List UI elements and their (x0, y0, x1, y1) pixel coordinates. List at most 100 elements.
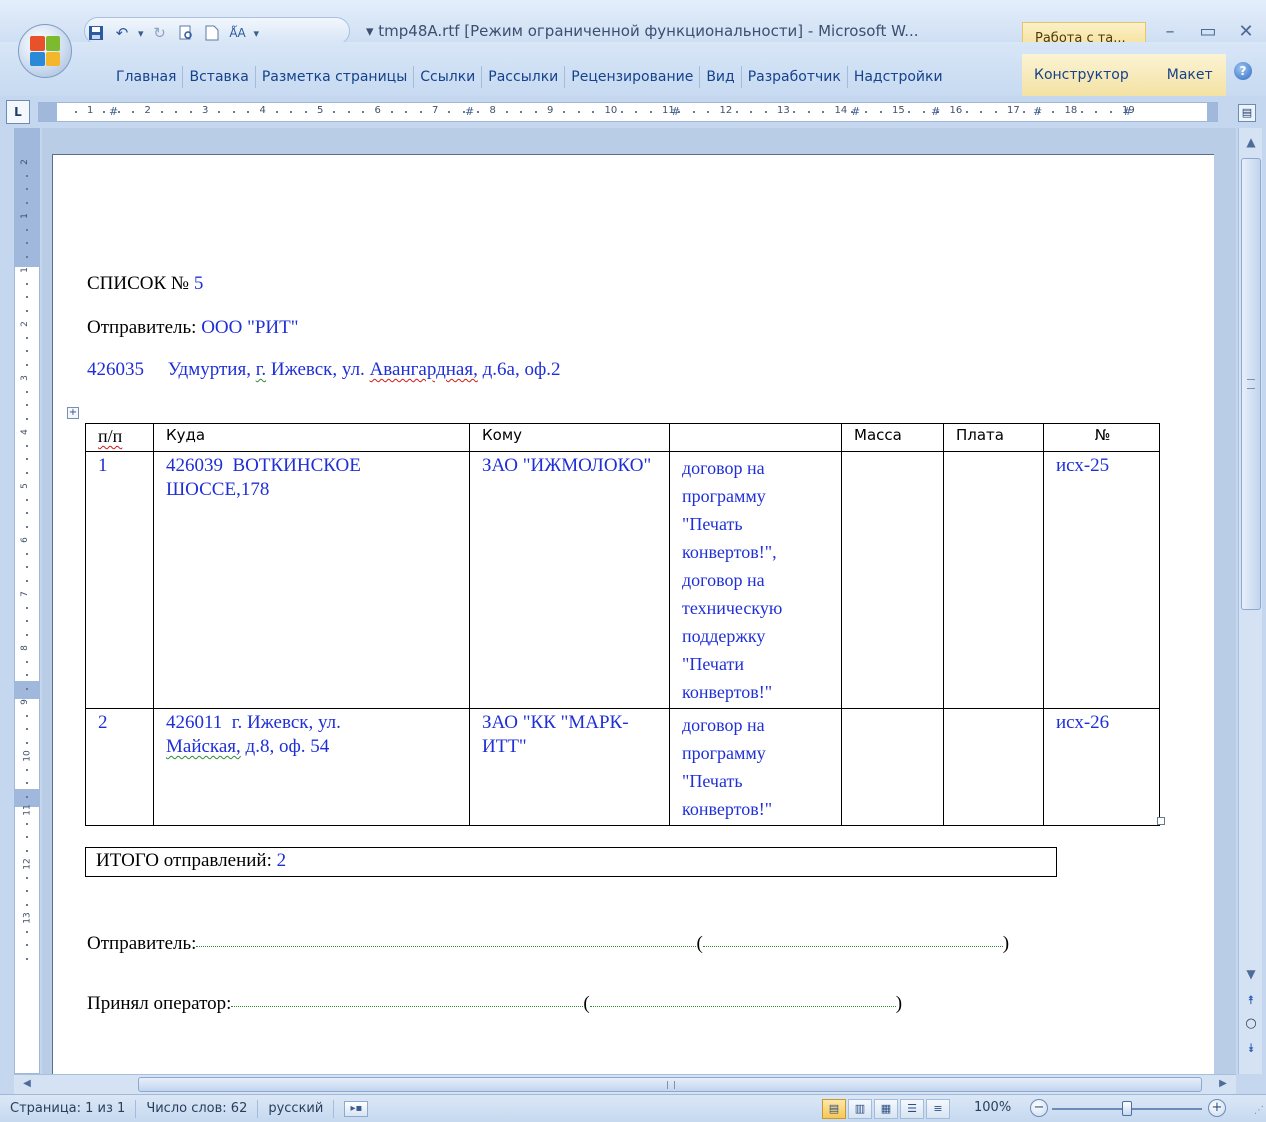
column-marker-icon[interactable]: # (1123, 105, 1132, 118)
column-marker-icon[interactable]: # (1033, 105, 1042, 118)
office-button[interactable] (18, 24, 72, 78)
undo-dropdown-icon[interactable]: ▾ (138, 27, 144, 40)
ruler-number: 8 (489, 105, 496, 116)
cell-mass[interactable] (841, 708, 944, 826)
cell-to[interactable]: ЗАО "ИЖМОЛОКО" (469, 451, 670, 709)
sig-sender-name-blank[interactable] (702, 946, 1003, 947)
tab-developer[interactable]: Разработчик (742, 66, 848, 88)
column-marker-icon[interactable]: # (931, 105, 940, 118)
sig-sender-blank[interactable] (196, 946, 697, 947)
web-layout-icon[interactable]: ▦ (874, 1099, 898, 1119)
cell-where[interactable]: 426039 ВОТКИНСКОЕ ШОССЕ,178 (153, 451, 470, 709)
word-count[interactable]: Число слов: 62 (136, 1099, 259, 1118)
draft-icon[interactable]: ≡ (926, 1099, 950, 1119)
cell-desc[interactable]: договор на программу "Печать конвертов!"… (669, 451, 842, 709)
macro-recording-icon[interactable]: ▸▪ (344, 1100, 369, 1117)
column-marker-icon[interactable]: # (671, 105, 680, 118)
help-icon[interactable]: ? (1234, 62, 1252, 80)
ruler-row-marker[interactable] (15, 681, 39, 699)
zoom-slider-thumb[interactable] (1122, 1101, 1132, 1116)
page-count[interactable]: Страница: 1 из 1 (0, 1099, 137, 1118)
cell-ref[interactable]: исх-26 (1043, 708, 1160, 826)
vertical-ruler[interactable]: 2 1 1 2 3 4 5 6 7 8 9 10 11 12 13 (14, 128, 40, 1074)
tab-mailings[interactable]: Рассылки (482, 66, 566, 88)
cell-fee[interactable] (943, 708, 1044, 826)
column-marker-icon[interactable]: # (109, 105, 118, 118)
tab-add-ins[interactable]: Надстройки (848, 66, 949, 88)
next-page-icon[interactable]: ⯯ (1241, 1038, 1261, 1058)
table-tools-tabs: Конструктор Макет (1022, 54, 1226, 96)
tab-home[interactable]: Главная (110, 66, 184, 88)
vertical-scrollbar[interactable]: ▲ ▼ ⯭ ○ ⯯ (1238, 128, 1262, 1074)
select-browse-object-icon[interactable]: ○ (1241, 1014, 1261, 1034)
tab-insert[interactable]: Вставка (183, 66, 256, 88)
cell-to[interactable]: ЗАО "КК "МАРК-ИТТ" (469, 708, 670, 826)
scroll-down-icon[interactable]: ▼ (1241, 964, 1261, 984)
cell-fee[interactable] (943, 451, 1044, 709)
resize-grip-icon[interactable]: ⋰ (1254, 1105, 1264, 1116)
language-indicator[interactable]: русский (258, 1099, 335, 1118)
maximize-icon[interactable]: ▭ (1198, 22, 1218, 42)
vertical-scroll-thumb[interactable] (1241, 158, 1261, 610)
column-marker-icon[interactable]: # (851, 105, 860, 118)
print-preview-icon[interactable] (176, 23, 196, 43)
sig-operator-blank[interactable] (231, 1006, 584, 1007)
outline-icon[interactable]: ☰ (900, 1099, 924, 1119)
tab-review[interactable]: Рецензирование (565, 66, 701, 88)
ruler-tick (26, 660, 28, 663)
column-marker-icon[interactable]: # (465, 105, 474, 118)
spelling-icon[interactable]: ǺA (228, 23, 248, 43)
cell-where[interactable]: 426011 г. Ижевск, ул. Майская, д.8, оф. … (153, 708, 470, 826)
undo-icon[interactable]: ↶ (112, 23, 132, 43)
tab-page-layout[interactable]: Разметка страницы (256, 66, 415, 88)
ruler-top-margin (15, 129, 39, 267)
close-icon[interactable]: ✕ (1236, 22, 1256, 42)
ruler-number: 2 (19, 321, 30, 327)
ruler-tick (620, 111, 623, 113)
scroll-up-icon[interactable]: ▲ (1241, 132, 1261, 152)
zoom-out-icon[interactable]: − (1030, 1099, 1048, 1117)
cell-num[interactable]: 2 (85, 708, 154, 826)
ruler-tick (26, 728, 28, 730)
ruler-number: 7 (432, 105, 439, 116)
scroll-grip-icon (667, 1081, 675, 1089)
ruler-tick (26, 687, 28, 690)
scroll-right-icon[interactable]: ▶ (1214, 1075, 1232, 1093)
document-page[interactable]: СПИСОК № 5 Отправитель: ООО "РИТ" 426035… (52, 154, 1214, 1074)
tab-references[interactable]: Ссылки (414, 66, 483, 88)
scroll-grip-icon (1247, 379, 1255, 389)
cell-ref[interactable]: исх-25 (1043, 451, 1160, 709)
previous-page-icon[interactable]: ⯭ (1241, 990, 1261, 1010)
full-screen-reading-icon[interactable]: ▥ (848, 1099, 872, 1119)
new-document-icon[interactable] (202, 23, 222, 43)
table-row: 1 426039 ВОТКИНСКОЕ ШОССЕ,178 ЗАО "ИЖМОЛ… (85, 451, 1160, 709)
tab-view[interactable]: Вид (700, 66, 742, 88)
spelling-dropdown-icon[interactable]: ▾ (254, 27, 260, 40)
table-header-row: п/п Куда Кому Масса Плата № (85, 423, 1160, 452)
horizontal-ruler-row: L 1 2 3 4 5 6 7 8 9 10 11 12 13 14 15 16 17 18 19 # # # # # # # ▤ (0, 96, 1266, 128)
save-icon[interactable] (86, 23, 106, 43)
redo-icon[interactable]: ↻ (150, 23, 170, 43)
view-ruler-icon[interactable]: ▤ (1238, 104, 1256, 122)
tab-design[interactable]: Конструктор (1022, 67, 1141, 83)
cell-mass[interactable] (841, 451, 944, 709)
ribbon-tabs: Главная Вставка Разметка страницы Ссылки… (110, 62, 949, 92)
horizontal-scrollbar[interactable]: ◀ ▶ (14, 1074, 1236, 1094)
horizontal-scroll-thumb[interactable] (138, 1077, 1202, 1092)
ruler-number: 17 (1007, 105, 1020, 116)
ruler-tick (189, 111, 192, 113)
sig-operator-name-blank[interactable] (589, 1006, 896, 1007)
zoom-level[interactable]: 100% (974, 1100, 1011, 1115)
print-layout-icon[interactable]: ▤ (822, 1099, 846, 1119)
scroll-left-icon[interactable]: ◀ (18, 1075, 36, 1093)
ruler-number: 7 (19, 591, 30, 597)
minimize-icon[interactable]: – (1160, 22, 1180, 42)
zoom-in-icon[interactable]: + (1208, 1099, 1226, 1117)
tab-selector-button[interactable]: L (6, 100, 30, 124)
cell-desc[interactable]: договор на программу "Печать конвертов!" (669, 708, 842, 826)
horizontal-ruler[interactable]: 1 2 3 4 5 6 7 8 9 10 11 12 13 14 15 16 17 18 19 # # # # # # # (38, 102, 1218, 122)
table-move-handle-icon[interactable]: + (67, 407, 79, 419)
tab-layout[interactable]: Макет (1141, 67, 1225, 83)
table-resize-handle[interactable] (1157, 817, 1165, 825)
cell-num[interactable]: 1 (85, 451, 154, 709)
